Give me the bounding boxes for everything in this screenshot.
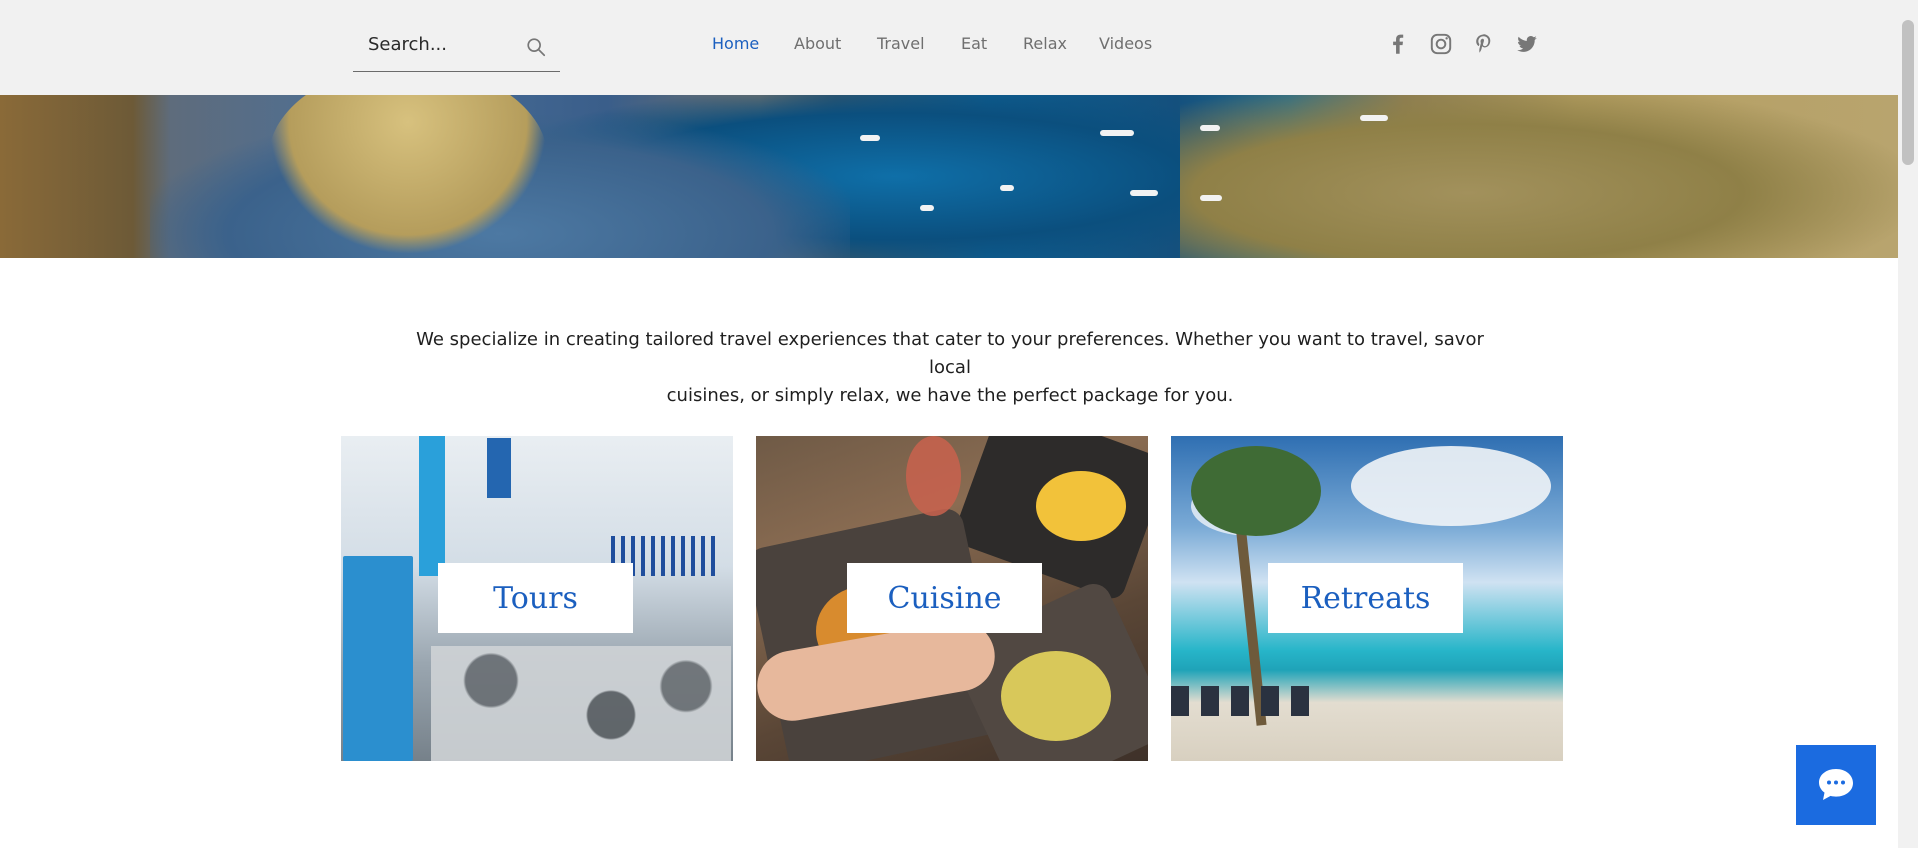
nav-item-travel[interactable]: Travel [877,34,961,58]
main-nav: Home About Travel Eat Relax Videos [712,34,1159,58]
facebook-icon[interactable] [1385,31,1411,57]
hero-boat [1130,190,1158,196]
card-retreats[interactable]: Retreats [1171,436,1563,761]
hero-banner-image [0,95,1898,258]
social-links [1385,31,1540,57]
nav-item-relax[interactable]: Relax [1023,34,1099,58]
card-image-palm-leaves [1191,446,1321,536]
card-label-tours[interactable]: Tours [438,563,633,633]
nav-item-videos[interactable]: Videos [1099,34,1159,58]
nav-item-home[interactable]: Home [712,34,794,58]
site-header: Search... Home About Travel Eat Relax Vi… [0,0,1898,95]
hero-boat [1360,115,1388,121]
card-cuisine[interactable]: Cuisine [756,436,1148,761]
card-label-retreats[interactable]: Retreats [1268,563,1463,633]
pinterest-icon[interactable] [1471,31,1497,57]
hero-hillside [1180,95,1898,258]
page-scrollbar[interactable] [1898,0,1918,848]
card-image-stone-path [431,646,731,761]
card-image-cloud [1351,446,1551,526]
card-image-salad [1001,651,1111,741]
hero-boat [1200,125,1220,131]
search-icon[interactable] [525,36,547,58]
intro-text: We specialize in creating tailored trave… [400,326,1500,410]
nav-item-eat[interactable]: Eat [961,34,1023,58]
hero-boat [1100,130,1134,136]
hero-boat [1200,195,1222,201]
card-label-cuisine[interactable]: Cuisine [847,563,1042,633]
nav-item-about[interactable]: About [794,34,877,58]
chat-bubble-icon [1819,769,1853,800]
card-image-nachos [1036,471,1126,541]
intro-line-2: cuisines, or simply relax, we have the p… [666,385,1234,406]
card-image-blue-door [343,556,413,761]
scrollbar-thumb[interactable] [1902,20,1914,165]
chat-button[interactable] [1796,745,1876,825]
hero-boat [1000,185,1014,191]
card-tours[interactable]: Tours [341,436,733,761]
search-bar[interactable]: Search... [353,24,560,72]
twitter-icon[interactable] [1514,31,1540,57]
intro-line-1: We specialize in creating tailored trave… [416,329,1484,378]
card-image-beach-chairs [1171,686,1321,716]
search-input[interactable]: Search... [368,34,447,55]
instagram-icon[interactable] [1428,31,1454,57]
card-image-blue-stairs [419,436,445,576]
card-image-blue-door [487,438,511,498]
hero-boat [920,205,934,211]
hero-boat [860,135,880,141]
card-image-drink [906,436,961,516]
